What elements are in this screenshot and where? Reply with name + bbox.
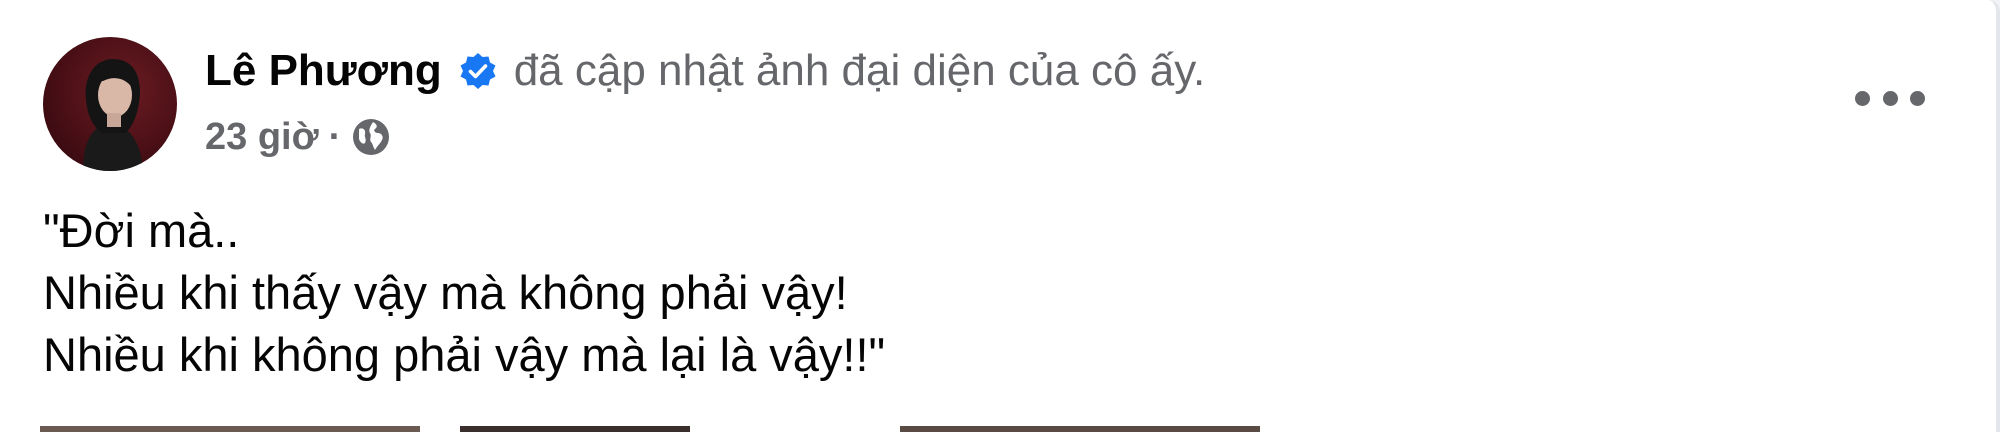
post-text-line: "Đời mà.. — [43, 204, 240, 257]
more-dot — [1910, 90, 1925, 106]
post-text-line: Nhiều khi không phải vậy mà lại là vậy!!… — [43, 328, 886, 381]
author-name-link[interactable]: Lê Phương — [205, 46, 442, 96]
avatar-portrait-image — [83, 59, 143, 171]
post-header: Lê Phương đã cập nhật ảnh đại diện của c… — [205, 38, 1205, 104]
post-meta: 23 giờ · — [205, 112, 391, 162]
author-avatar[interactable] — [43, 37, 177, 171]
more-dot — [1882, 90, 1898, 106]
post-card: Lê Phương đã cập nhật ảnh đại diện của c… — [0, 0, 2000, 432]
post-text-line: Nhiều khi thấy vậy mà không phải vậy! — [43, 266, 848, 319]
more-options-icon[interactable] — [1855, 78, 1925, 118]
post-text: "Đời mà.. Nhiều khi thấy vậy mà không ph… — [43, 200, 1943, 386]
verified-badge-icon — [458, 51, 498, 91]
more-dot — [1855, 90, 1870, 106]
post-action-text: đã cập nhật ảnh đại diện của cô ấy. — [513, 46, 1206, 95]
globe-icon[interactable] — [351, 117, 391, 157]
post-timestamp-link[interactable]: 23 giờ — [205, 116, 319, 159]
meta-separator: · — [328, 115, 342, 158]
profile-photo-preview-edge — [0, 426, 1996, 432]
